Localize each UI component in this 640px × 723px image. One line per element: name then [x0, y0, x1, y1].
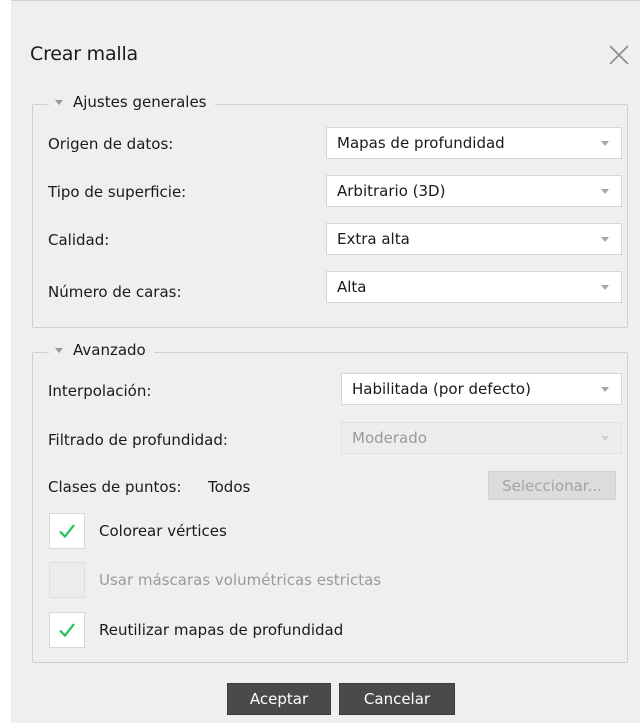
- chevron-down-icon: [601, 285, 609, 290]
- data-source-label: Origen de datos:: [48, 135, 174, 153]
- chevron-down-icon: [601, 436, 609, 441]
- close-button[interactable]: [606, 42, 632, 68]
- interpolation-select[interactable]: Habilitada (por defecto): [341, 373, 622, 405]
- accept-button[interactable]: Aceptar: [227, 683, 331, 715]
- data-source-select[interactable]: Mapas de profundidad: [326, 127, 622, 159]
- face-count-value: Alta: [337, 278, 367, 296]
- general-settings-header[interactable]: Ajustes generales: [49, 93, 215, 111]
- close-icon: [609, 45, 629, 65]
- general-settings-title: Ajustes generales: [73, 93, 207, 111]
- chevron-down-icon: [601, 237, 609, 242]
- point-classes-label: Clases de puntos:: [48, 478, 182, 496]
- color-vertices-checkbox[interactable]: [49, 513, 85, 549]
- strict-volumetric-masks-label: Usar máscaras volumétricas estrictas: [99, 571, 382, 589]
- dialog-title: Crear malla: [30, 43, 138, 65]
- strict-volumetric-masks-checkbox[interactable]: [49, 562, 85, 598]
- depth-filter-label: Filtrado de profundidad:: [48, 431, 228, 449]
- advanced-title: Avanzado: [73, 341, 146, 359]
- reuse-depth-maps-label: Reutilizar mapas de profundidad: [99, 621, 344, 639]
- surface-type-select[interactable]: Arbitrario (3D): [326, 175, 622, 207]
- reuse-depth-maps-checkbox[interactable]: [49, 612, 85, 648]
- cancel-button[interactable]: Cancelar: [339, 683, 455, 715]
- face-count-label: Número de caras:: [48, 283, 182, 301]
- chevron-down-icon: [601, 189, 609, 194]
- strict-volumetric-masks-option[interactable]: Usar máscaras volumétricas estrictas: [49, 562, 381, 598]
- select-point-classes-button[interactable]: Seleccionar...: [488, 471, 616, 500]
- data-source-value: Mapas de profundidad: [337, 134, 505, 152]
- advanced-header[interactable]: Avanzado: [49, 341, 154, 359]
- checkmark-icon: [59, 623, 75, 638]
- color-vertices-option[interactable]: Colorear vértices: [49, 513, 227, 549]
- interpolation-value: Habilitada (por defecto): [352, 380, 531, 398]
- surface-type-label: Tipo de superficie:: [48, 183, 187, 201]
- depth-filter-value: Moderado: [352, 429, 427, 447]
- surface-type-value: Arbitrario (3D): [337, 182, 446, 200]
- reuse-depth-maps-option[interactable]: Reutilizar mapas de profundidad: [49, 612, 343, 648]
- face-count-select[interactable]: Alta: [326, 271, 622, 303]
- quality-label: Calidad:: [48, 231, 110, 249]
- point-classes-value: Todos: [208, 478, 251, 496]
- quality-value: Extra alta: [337, 230, 410, 248]
- chevron-down-icon: [601, 141, 609, 146]
- checkmark-icon: [59, 524, 75, 539]
- collapse-triangle-icon: [55, 348, 63, 353]
- quality-select[interactable]: Extra alta: [326, 223, 622, 255]
- depth-filter-select[interactable]: Moderado: [341, 422, 622, 454]
- color-vertices-label: Colorear vértices: [99, 522, 227, 540]
- collapse-triangle-icon: [55, 100, 63, 105]
- create-mesh-dialog: Crear malla Ajustes generales Origen de …: [11, 0, 640, 723]
- chevron-down-icon: [601, 387, 609, 392]
- interpolation-label: Interpolación:: [48, 382, 152, 400]
